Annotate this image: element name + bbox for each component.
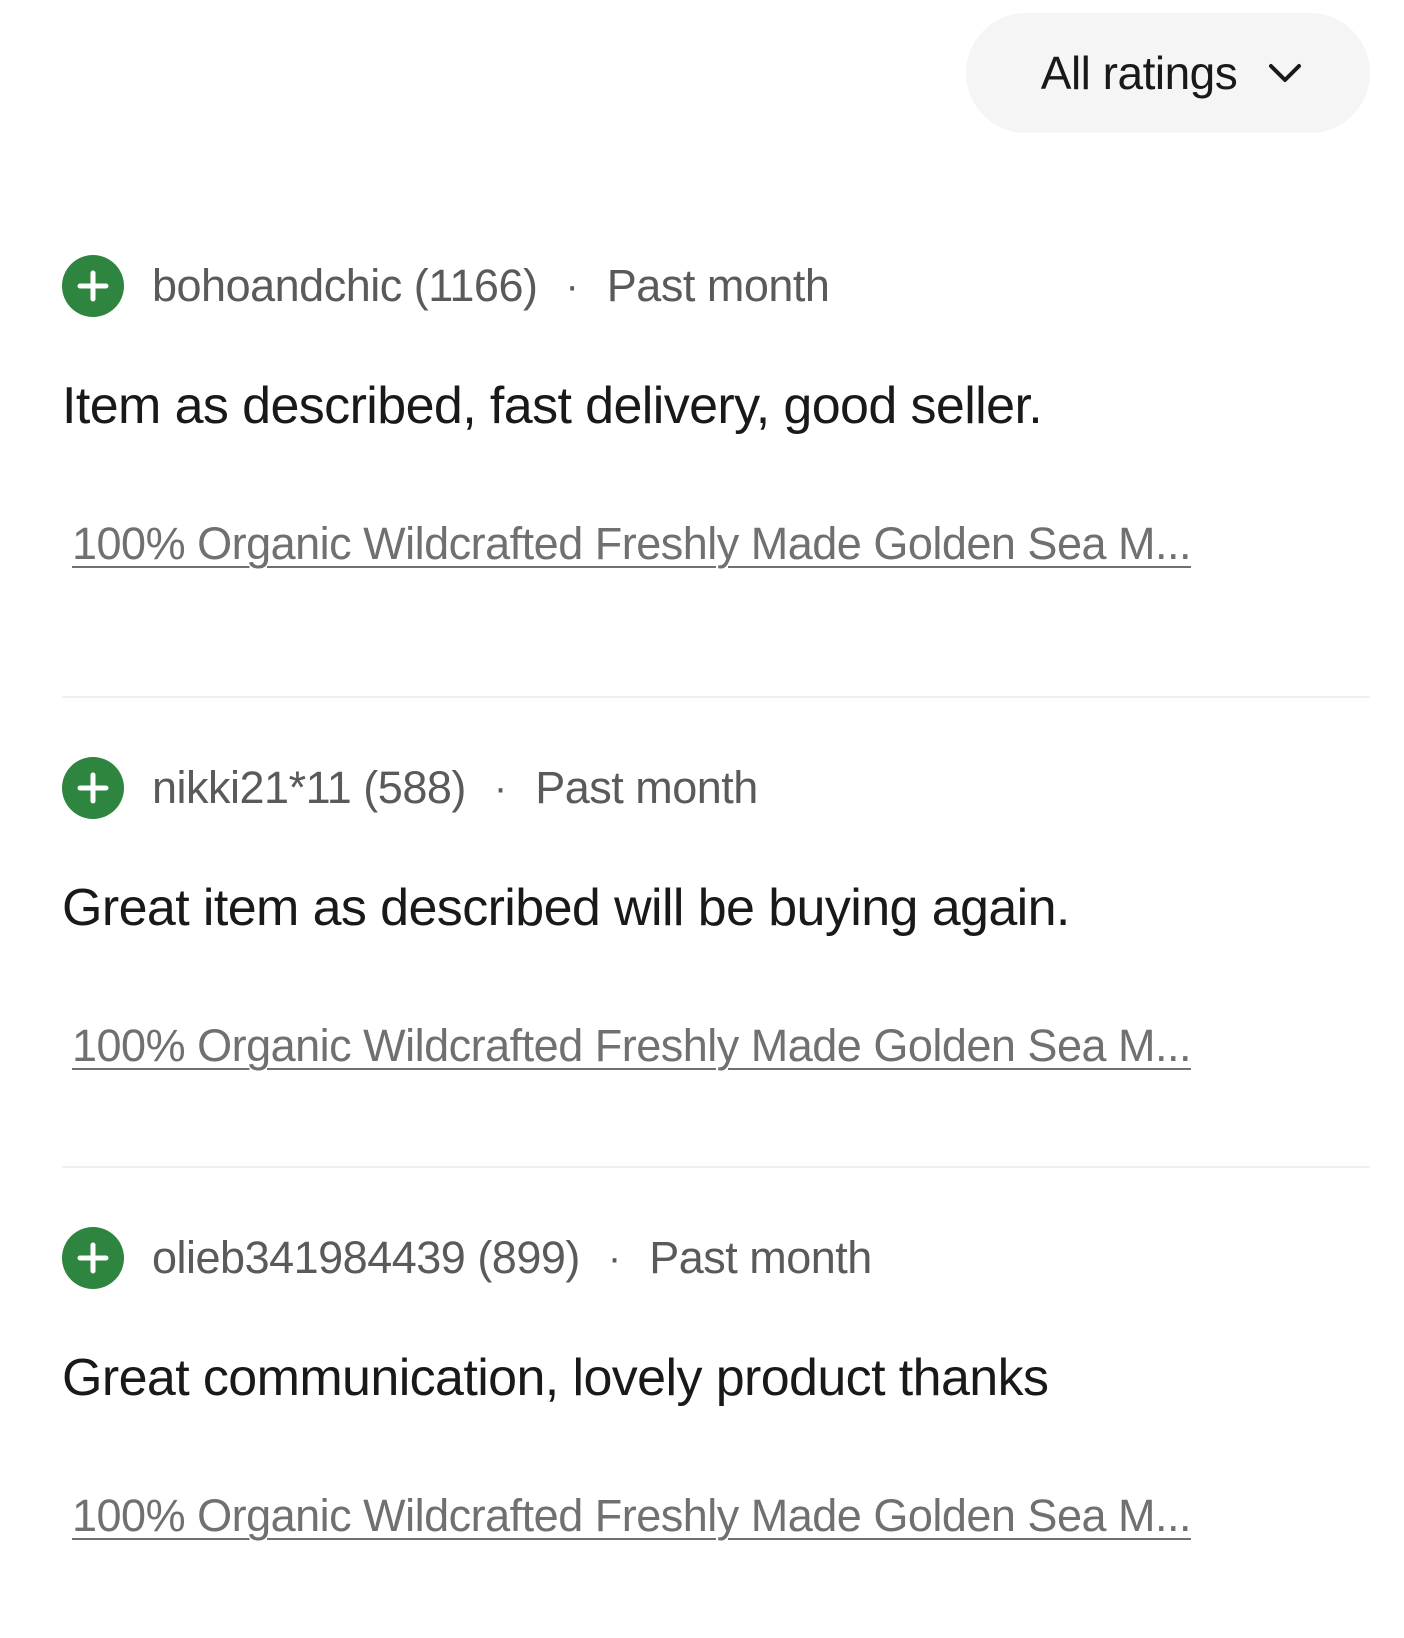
chevron-down-icon — [1265, 53, 1305, 93]
review-comment: Item as described, fast delivery, good s… — [62, 377, 1043, 435]
feedback-item: bohoandchic (1166) · Past month Item as … — [62, 228, 1370, 698]
reviewer-name: bohoandchic (1166) — [152, 260, 538, 311]
meta-separator: · — [607, 1235, 622, 1280]
reviewer-name: nikki21*11 (588) — [152, 762, 466, 813]
item-link[interactable]: 100% Organic Wildcrafted Freshly Made Go… — [72, 1020, 1370, 1072]
feedback-meta: nikki21*11 (588) · Past month — [62, 756, 1370, 820]
filter-row: All ratings — [966, 13, 1370, 133]
meta-separator: · — [565, 263, 579, 308]
ratings-filter-label: All ratings — [1040, 47, 1238, 99]
feedback-meta: olieb341984439 (899) · Past month — [62, 1226, 1370, 1290]
positive-plus-icon — [62, 255, 124, 317]
positive-plus-icon — [62, 1227, 124, 1289]
item-link[interactable]: 100% Organic Wildcrafted Freshly Made Go… — [72, 518, 1370, 570]
positive-plus-icon — [62, 757, 124, 819]
review-comment: Great item as described will be buying a… — [62, 879, 1070, 937]
feedback-item: olieb341984439 (899) · Past month Great … — [62, 1168, 1370, 1638]
reviewer-name: olieb341984439 (899) — [152, 1232, 580, 1283]
review-date: Past month — [649, 1232, 872, 1283]
feedback-meta: bohoandchic (1166) · Past month — [62, 254, 1370, 318]
feedback-item: nikki21*11 (588) · Past month Great item… — [62, 698, 1370, 1168]
item-link[interactable]: 100% Organic Wildcrafted Freshly Made Go… — [72, 1490, 1370, 1542]
feedback-list: bohoandchic (1166) · Past month Item as … — [62, 228, 1370, 1638]
review-comment: Great communication, lovely product than… — [62, 1349, 1049, 1407]
ratings-filter-dropdown[interactable]: All ratings — [966, 13, 1370, 133]
meta-separator: · — [493, 765, 508, 810]
review-date: Past month — [535, 762, 758, 813]
review-date: Past month — [606, 260, 830, 311]
